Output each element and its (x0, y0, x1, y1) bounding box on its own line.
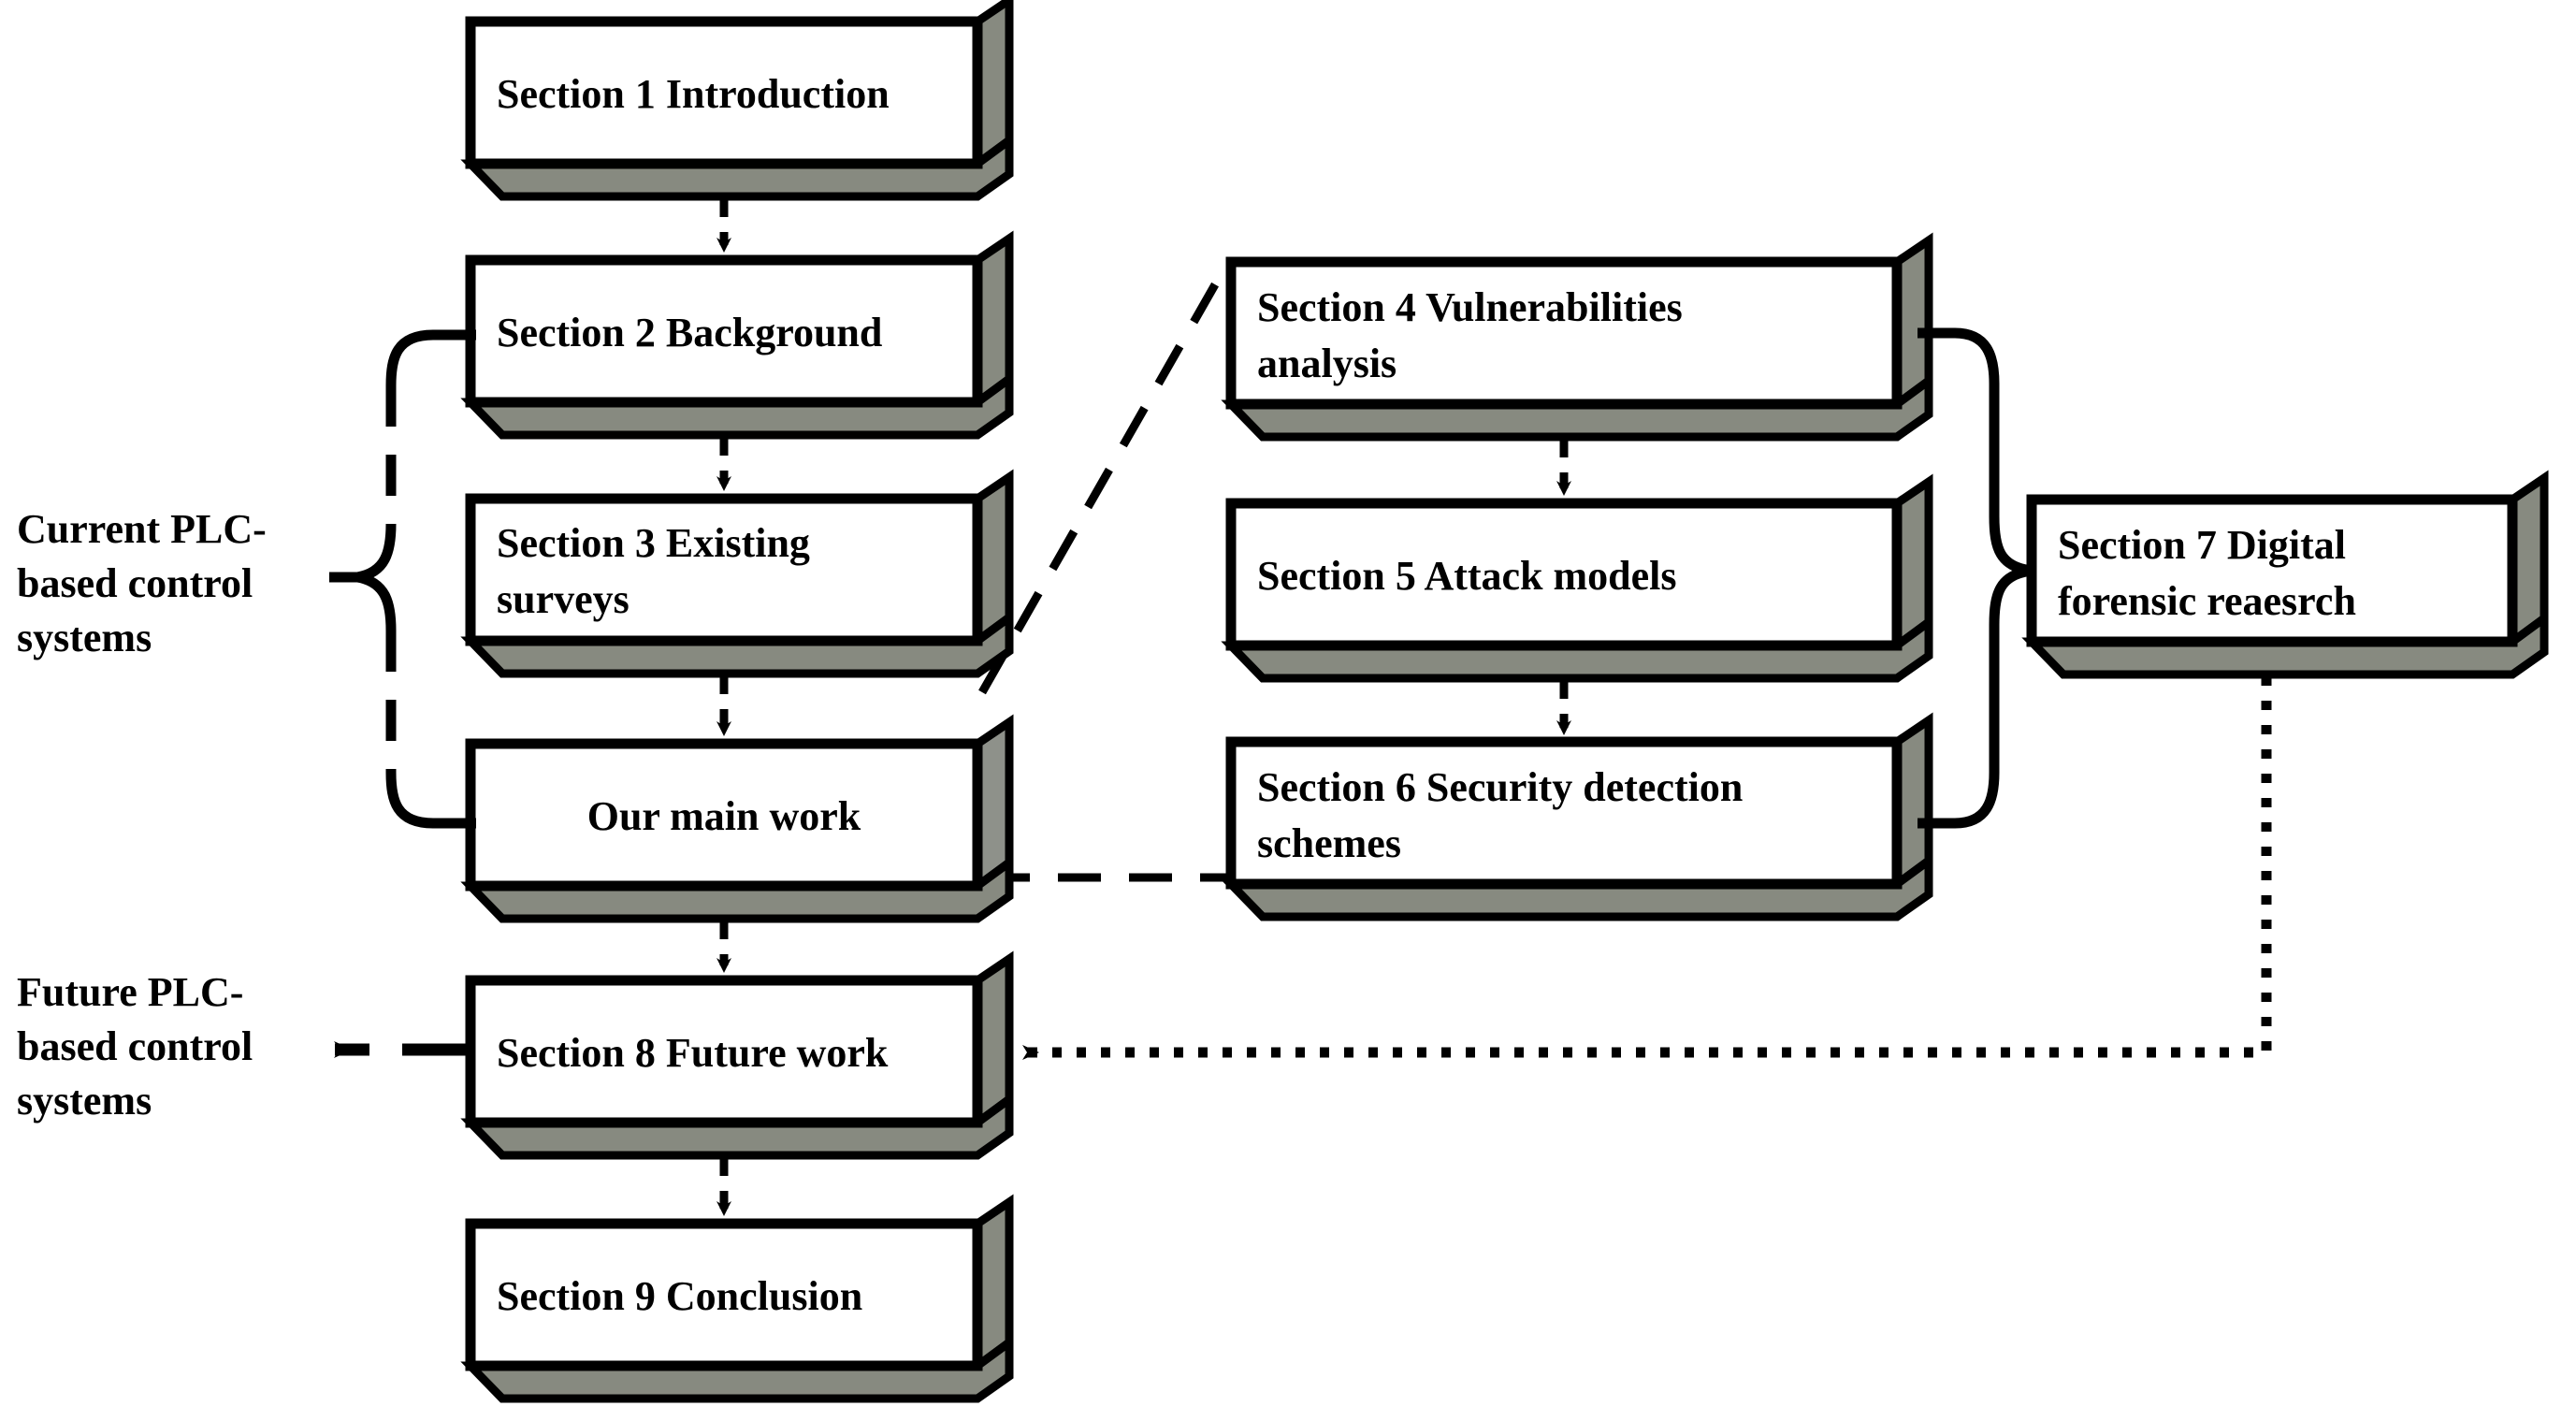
node-label: Section 5 Attack models (1257, 553, 1677, 599)
node-our-main-work[interactable]: Our main work (460, 714, 1014, 923)
node-label-line2: analysis (1257, 341, 1397, 386)
node-label-line2: schemes (1257, 820, 1401, 866)
node-section-8[interactable]: Section 8 Future work (460, 950, 1014, 1160)
node-label: Section 9 Conclusion (497, 1273, 862, 1319)
label-future-plc: Future PLC- based control systems (17, 969, 253, 1124)
brace-current-plc (329, 329, 476, 829)
node-section-4[interactable]: Section 4 Vulnerabilities analysis (1221, 232, 1933, 442)
node-section-3[interactable]: Section 3 Existing surveys (460, 469, 1014, 678)
node-label: Our main work (587, 793, 861, 839)
label-line-2: based control (17, 560, 253, 606)
node-label: Section 4 Vulnerabilities (1257, 284, 1683, 330)
node-label: Section 8 Future work (497, 1030, 889, 1076)
label-line-3: systems (17, 1078, 152, 1124)
node-label-line2: surveys (497, 576, 630, 622)
node-label-line2: forensic reaesrch (2058, 578, 2356, 624)
node-section-9[interactable]: Section 9 Conclusion (460, 1194, 1014, 1403)
node-section-2[interactable]: Section 2 Background (460, 230, 1014, 440)
node-label: Section 6 Security detection (1257, 764, 1743, 810)
node-section-6[interactable]: Section 6 Security detection schemes (1221, 712, 1933, 921)
label-line-2: based control (17, 1023, 253, 1069)
node-label: Section 3 Existing (497, 520, 810, 566)
flowchart-diagram: Section 1 Introduction Section 2 Backgro… (0, 0, 2576, 1421)
label-current-plc: Current PLC- based control systems (17, 506, 267, 660)
node-label: Section 7 Digital (2058, 522, 2346, 568)
label-line-1: Future PLC- (17, 969, 243, 1015)
label-line-1: Current PLC- (17, 506, 267, 552)
node-section-7[interactable]: Section 7 Digital forensic reaesrch (2021, 470, 2549, 679)
edge-main-to-s4 (978, 264, 1229, 695)
flowchart-canvas: Section 1 Introduction Section 2 Backgro… (17, 0, 2549, 1403)
node-section-1[interactable]: Section 1 Introduction (460, 0, 1014, 201)
node-label: Section 1 Introduction (497, 71, 890, 117)
label-line-3: systems (17, 615, 152, 660)
brace-sections-456 (1918, 327, 2033, 829)
node-section-5[interactable]: Section 5 Attack models (1221, 473, 1933, 683)
node-label: Section 2 Background (497, 310, 882, 355)
